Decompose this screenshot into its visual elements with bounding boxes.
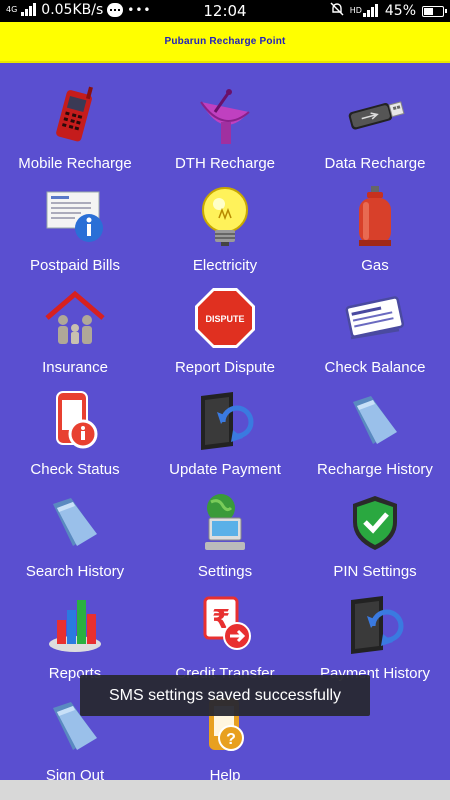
tile-mobile-recharge[interactable]: Mobile Recharge <box>0 71 150 173</box>
tile-label: PIN Settings <box>333 563 417 580</box>
cheque-icon <box>342 285 408 351</box>
tile-label: Recharge History <box>317 461 433 478</box>
tile-update-payment[interactable]: Update Payment <box>150 377 300 479</box>
tile-search-history[interactable]: Search History <box>0 479 150 581</box>
menu-grid: Mobile Recharge DTH Recharge Data Rechar… <box>0 63 450 784</box>
satellite-dish-icon <box>192 81 258 147</box>
dispute-badge: DISPUTE <box>205 314 244 324</box>
tile-label: DTH Recharge <box>174 155 276 172</box>
tile-postpaid-bills[interactable]: Postpaid Bills <box>0 173 150 275</box>
tile-label: Search History <box>25 563 125 580</box>
tile-label: Electricity <box>192 257 258 274</box>
app-title: Pubarun Recharge Point <box>164 36 286 47</box>
svg-text:?: ? <box>226 731 236 748</box>
tile-dth-recharge[interactable]: DTH Recharge <box>150 71 300 173</box>
tile-label: Check Status <box>30 461 120 478</box>
family-house-icon <box>42 285 108 351</box>
gas-cylinder-icon <box>342 183 408 249</box>
tile-gas[interactable]: Gas <box>300 173 450 275</box>
tile-recharge-history[interactable]: Recharge History <box>300 377 450 479</box>
toast-notification: SMS settings saved successfully <box>80 675 370 716</box>
tile-label: Check Balance <box>324 359 426 376</box>
tile-report-dispute[interactable]: DISPUTE Report Dispute <box>150 275 300 377</box>
tile-electricity[interactable]: Electricity <box>150 173 300 275</box>
computer-globe-icon <box>192 489 258 555</box>
tile-label: Gas <box>361 257 389 274</box>
tile-label: Postpaid Bills <box>29 257 121 274</box>
tile-payment-history[interactable]: Payment History <box>300 581 450 683</box>
toast-message: SMS settings saved successfully <box>108 686 342 704</box>
battery-icon <box>422 5 447 17</box>
mobile-phone-icon <box>42 81 108 147</box>
tile-data-recharge[interactable]: Data Recharge <box>300 71 450 173</box>
tile-label: Update Payment <box>169 461 281 478</box>
shield-check-icon <box>342 489 408 555</box>
hd-label: HD <box>349 6 362 15</box>
folder-icon <box>342 387 408 453</box>
sync-folder-icon <box>192 387 258 453</box>
tile-label: Mobile Recharge <box>18 155 132 172</box>
tile-label: Data Recharge <box>324 155 426 172</box>
tile-insurance[interactable]: Insurance <box>0 275 150 377</box>
system-nav-bar <box>0 780 450 800</box>
bar-chart-icon <box>42 591 108 657</box>
tile-pin-settings[interactable]: PIN Settings <box>300 479 450 581</box>
sync-folder-icon <box>342 591 408 657</box>
tile-label: Report Dispute <box>174 359 276 376</box>
bill-info-icon <box>42 183 108 249</box>
rupee-transfer-icon: ₹ <box>192 591 258 657</box>
phone-info-icon <box>42 387 108 453</box>
tile-settings[interactable]: Settings <box>150 479 300 581</box>
tile-credit-transfer[interactable]: ₹ Credit Transfer <box>150 581 300 683</box>
tile-label: Insurance <box>42 359 108 376</box>
folder-icon <box>42 489 108 555</box>
status-right: HD 45% <box>330 2 447 20</box>
tile-check-balance[interactable]: Check Balance <box>300 275 450 377</box>
tile-label: Settings <box>197 563 253 580</box>
battery-percent: 45% <box>384 3 416 19</box>
status-bar: 4G 0.05KB/s ••• 12:04 HD 45% <box>0 0 450 22</box>
usb-drive-icon <box>342 81 408 147</box>
tile-check-status[interactable]: Check Status <box>0 377 150 479</box>
mute-bell-icon <box>330 2 344 20</box>
light-bulb-icon <box>192 183 258 249</box>
dispute-stop-sign-icon: DISPUTE <box>192 285 258 351</box>
tile-reports[interactable]: Reports <box>0 581 150 683</box>
hd-signal-icon: HD <box>350 4 379 18</box>
app-header: Pubarun Recharge Point <box>0 22 450 63</box>
